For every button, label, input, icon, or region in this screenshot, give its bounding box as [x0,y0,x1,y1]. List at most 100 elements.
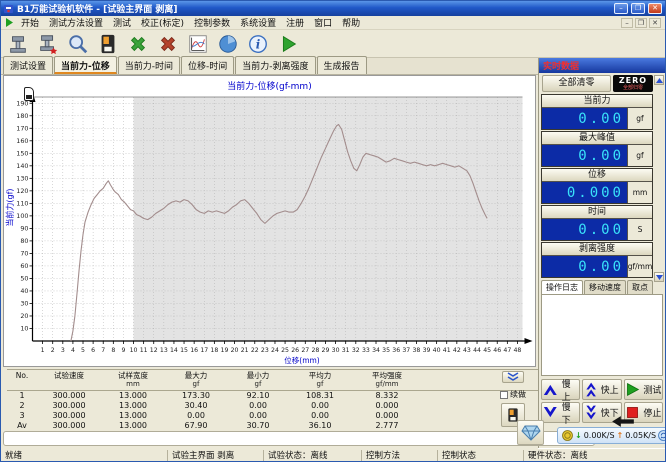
force-displacement-chart: 1234567891011121314151617181920212223242… [4,91,535,365]
log-tab-1[interactable]: 操作日志 [541,280,583,294]
memory-card-button[interactable] [95,31,121,56]
scroll-up-button[interactable] [654,75,664,85]
svg-text:17: 17 [200,347,208,354]
log-tab-2[interactable]: 移动速度 [584,280,626,294]
table-cell: 108.31 [289,391,351,401]
tab-4[interactable]: 位移-时间 [181,56,234,74]
svg-text:28: 28 [311,347,319,354]
status-segment-2: 试验主界面 剥离 [167,450,263,462]
table-cell: 8.332 [351,391,423,401]
svg-text:40: 40 [433,347,441,354]
graph-button[interactable] [185,31,211,56]
svg-text:14: 14 [170,347,178,354]
mdi-window-buttons: – ❐ ✕ [621,18,663,28]
message-strip [3,431,595,446]
chart-y-axis-label: 当前力(gf) [5,179,16,237]
readout-1: 当前力0.00gf [541,94,653,130]
table-cell: 67.90 [165,421,227,431]
mdi-minimize-button[interactable]: – [621,18,633,28]
mdi-close-button[interactable]: ✕ [649,18,661,28]
control-label: 慢下 [562,400,580,426]
tab-2[interactable]: 当前力-位移 [54,56,117,74]
readout-4: 时间0.00S [541,205,653,241]
table-cell: 0.00 [289,411,351,421]
net-up-value: 0.05K/S [625,431,656,440]
table-cell: 0.00 [227,411,289,421]
delete-red-icon [157,33,179,55]
tab-3[interactable]: 当前力-时间 [118,56,180,74]
table-cell: 0.00 [289,401,351,411]
coin-icon [562,430,573,441]
menu-item-8[interactable]: 窗口 [309,19,337,29]
zero-all-button[interactable]: 全部清零 [542,75,611,92]
control-play-button[interactable]: 测试 [624,379,663,400]
readout-unit: gf [627,145,652,166]
control-arrow-up-double-button[interactable]: 快上 [582,379,621,400]
readout-label: 时间 [542,206,652,219]
collapse-table-button[interactable] [502,371,524,383]
delete-red-button[interactable] [155,31,181,56]
tab-5[interactable]: 当前力-剥离强度 [235,56,315,74]
zero-button[interactable]: ZERO 全部归零 [613,75,653,92]
table-body: 1300.00013.000173.3092.10108.318.3322300… [7,391,538,431]
svg-text:30: 30 [20,300,28,308]
svg-text:25: 25 [281,347,289,354]
menu-item-2[interactable]: 测试方法设置 [44,19,108,29]
svg-text:130: 130 [16,175,28,183]
menu-item-9[interactable]: 帮助 [337,19,365,29]
tab-6[interactable]: 生成报告 [317,56,367,74]
svg-text:20: 20 [20,312,28,320]
menu-item-3[interactable]: 测试 [108,19,136,29]
menu-item-5[interactable]: 控制参数 [189,19,235,29]
restore-button[interactable]: ❐ [631,3,645,14]
zero-button-label: ZERO [613,76,653,85]
status-segment-1: 就绪 [1,450,167,462]
arrow-down-double-icon [585,405,597,420]
svg-text:42: 42 [453,347,461,354]
tab-1[interactable]: 测试设置 [3,56,53,74]
control-arrow-down-single-button[interactable]: 慢下 [541,402,580,423]
delete-green-button[interactable] [125,31,151,56]
table-cell: 300.000 [37,401,101,411]
info-button[interactable]: i [245,31,271,56]
zoom-icon [67,33,89,55]
chart-panel: 当前力-位移(gf-mm) 当前力(gf) 123456789101112131… [3,75,536,367]
svg-text:40: 40 [20,287,28,295]
table-cell: 2.777 [351,421,423,431]
svg-text:80: 80 [20,237,28,245]
log-tab-3[interactable]: 取点 [627,280,653,294]
menu-item-1[interactable]: 开始 [16,19,44,29]
machine-config-button[interactable] [35,31,61,56]
scroll-down-icon [656,275,663,280]
pie-chart-button[interactable] [215,31,241,56]
menu-item-7[interactable]: 注册 [281,19,309,29]
svg-text:90: 90 [20,225,28,233]
svg-text:29: 29 [322,347,330,354]
table-cell: 300.000 [37,421,101,431]
run-button[interactable] [275,31,301,56]
scroll-down-button[interactable] [654,272,664,282]
svg-text:10: 10 [20,325,28,333]
svg-text:15: 15 [180,347,188,354]
minimize-button[interactable]: – [614,3,628,14]
scroll-up-icon [656,78,663,83]
svg-text:3: 3 [61,347,65,354]
table-cell: 2 [7,401,37,411]
svg-text:160: 160 [16,137,28,145]
zoom-button[interactable] [65,31,91,56]
checkbox-box[interactable] [500,391,508,399]
title-bar: B1万能试验机软件 - [试验主界面 剥离] – ❐ ✕ [1,1,665,16]
close-button[interactable]: ✕ [648,3,662,14]
control-arrow-up-single-button[interactable]: 慢上 [541,379,580,400]
machine-button[interactable] [5,31,31,56]
gem-button[interactable] [517,420,544,445]
chart-page-icon[interactable] [24,87,34,101]
svg-text:30: 30 [332,347,340,354]
continue-checkbox[interactable]: 续做 [500,389,526,400]
menu-item-4[interactable]: 校正(标定) [136,19,189,29]
run-icon [277,33,299,55]
readout-2: 最大峰值0.00gf [541,131,653,167]
main-area: 测试设置当前力-位移当前力-时间位移-时间当前力-剥离强度生成报告 当前力-位移… [1,58,665,448]
mdi-restore-button[interactable]: ❐ [635,18,647,28]
menu-item-6[interactable]: 系统设置 [235,19,281,29]
